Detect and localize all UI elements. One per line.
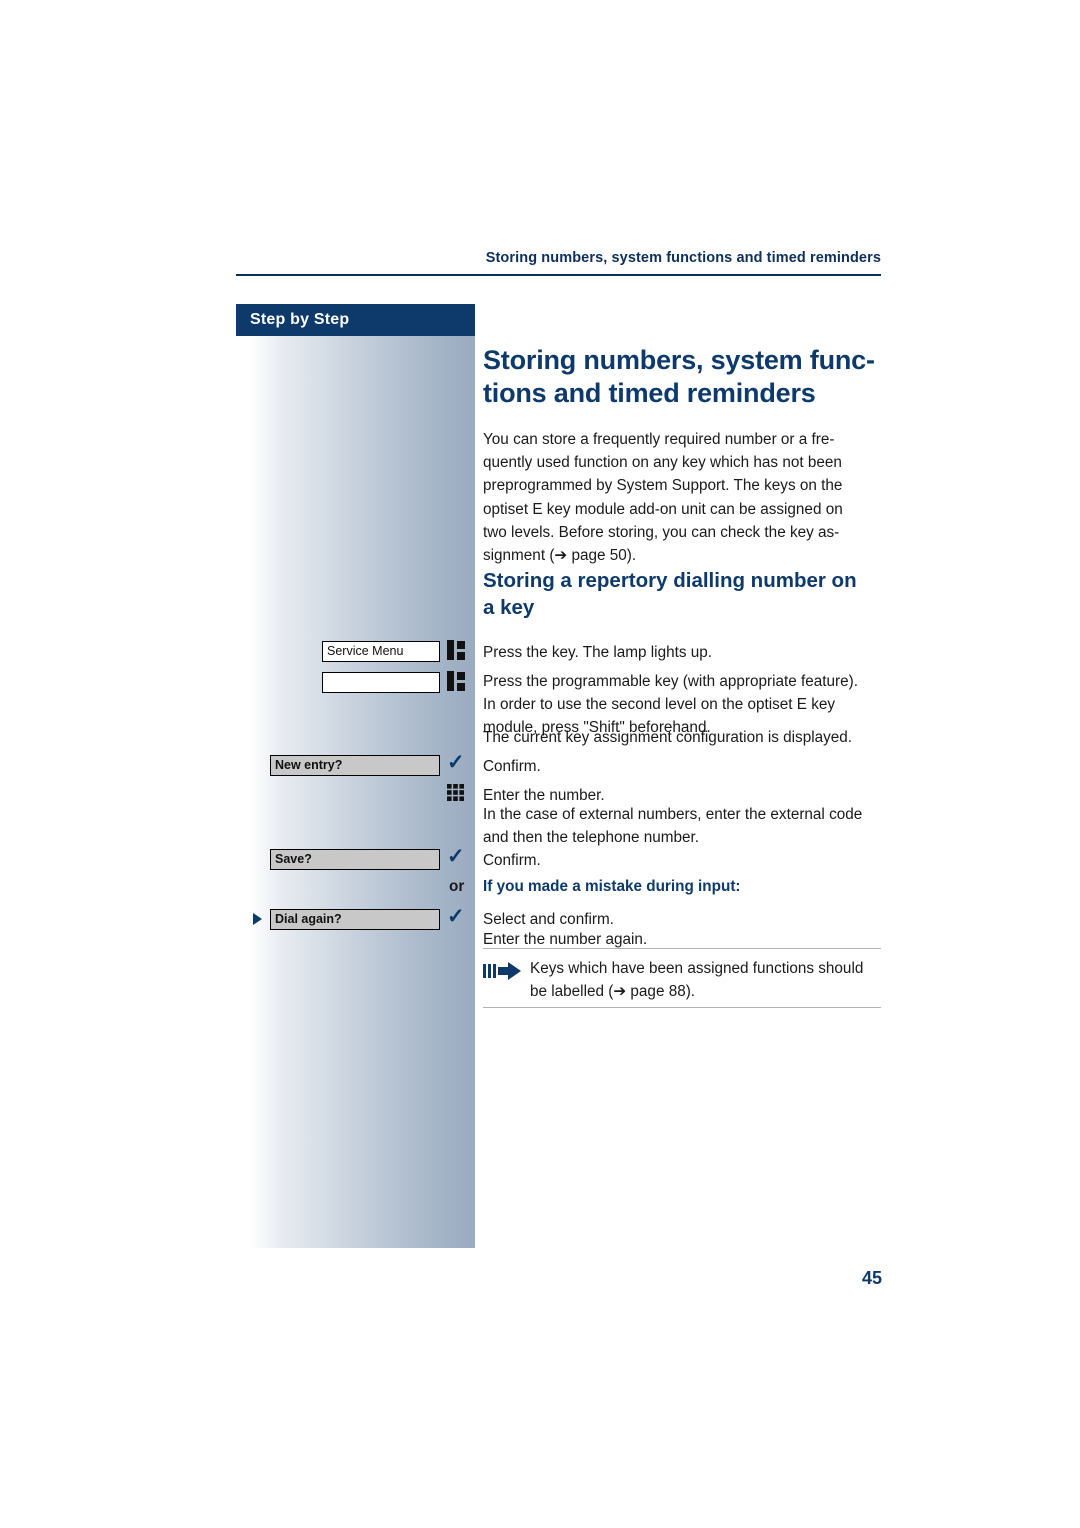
confirm-tick-icon: ✓: [447, 751, 465, 774]
page-title: Storing numbers, system func-tions and t…: [483, 345, 875, 408]
keypad-icon: [447, 784, 464, 801]
instruction-current-key-assignment: The current key assignment configuration…: [483, 729, 853, 746]
select-arrow-icon: [253, 913, 262, 925]
step-by-step-bar: Step by Step: [236, 304, 475, 336]
display-key-new-entry[interactable]: New entry?: [270, 755, 440, 776]
step-by-step-label: Step by Step: [250, 311, 350, 328]
header-rule: [236, 274, 881, 276]
page: Storing numbers, system functions and ti…: [0, 0, 1080, 1528]
service-menu-key-icon: [447, 640, 465, 660]
intro-paragraph: You can store a frequently required numb…: [483, 431, 843, 565]
or-label: or: [449, 878, 465, 895]
confirm-tick-icon-2: ✓: [447, 845, 465, 868]
step-column-background: [236, 336, 475, 1248]
instruction-external-numbers: In the case of external numbers, enter t…: [483, 806, 863, 847]
confirm-tick-icon-3: ✓: [447, 905, 465, 928]
running-head: Storing numbers, system functions and ti…: [485, 250, 881, 266]
instruction-press-key: Press the key. The lamp lights up.: [483, 644, 712, 661]
display-key-blank[interactable]: [322, 672, 440, 693]
display-key-save[interactable]: Save?: [270, 849, 440, 870]
mistake-heading: If you made a mistake during input:: [483, 878, 741, 895]
note-rule-top: [483, 948, 881, 949]
display-key-dial-again[interactable]: Dial again?: [270, 909, 440, 930]
section-title: Storing a repertory dialling number on a …: [483, 569, 857, 619]
note-rule-bottom: [483, 1007, 881, 1008]
display-key-service-menu[interactable]: Service Menu: [322, 641, 440, 662]
hint-arrow-icon: [483, 962, 521, 980]
page-number: 45: [861, 1268, 882, 1288]
instruction-confirm-1: Confirm.: [483, 758, 541, 775]
note-text: Keys which have been assigned functions …: [530, 960, 864, 1000]
programmable-key-icon: [447, 671, 465, 691]
instruction-confirm-2: Confirm.: [483, 852, 541, 869]
